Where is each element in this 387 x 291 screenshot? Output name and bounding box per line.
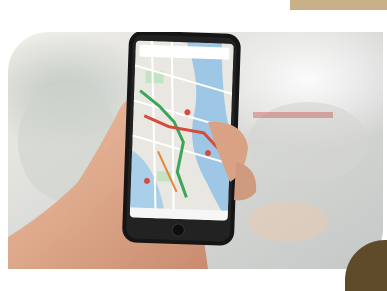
image-frame	[0, 0, 387, 291]
decorative-accent-bar	[290, 0, 387, 10]
photo-hand-holding-phone-map	[8, 32, 383, 269]
